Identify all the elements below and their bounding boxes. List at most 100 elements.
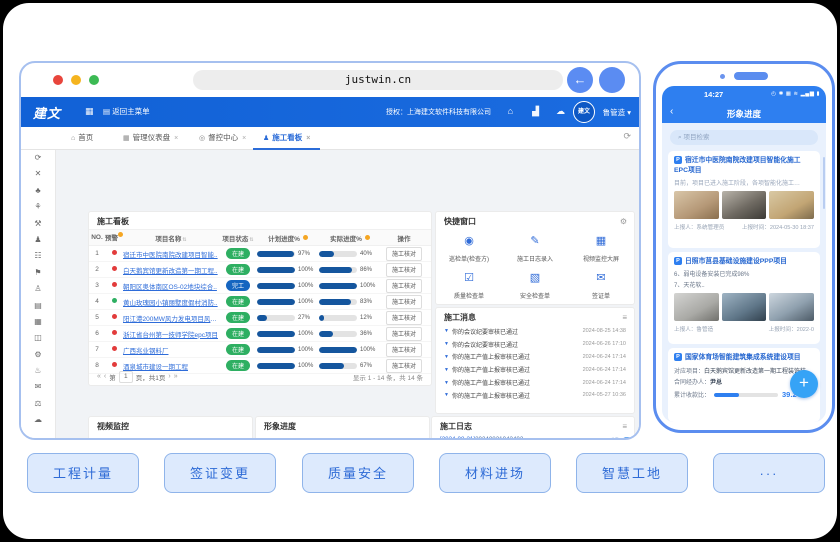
sidebar-icon[interactable]: ♙	[21, 281, 55, 297]
cloud-icon[interactable]: ☁	[556, 106, 565, 117]
video-thumbnail[interactable]: ▶	[89, 439, 151, 440]
site-photo[interactable]	[721, 191, 767, 220]
sidebar-icon[interactable]: ⚑	[21, 265, 55, 281]
feature-button-measurement[interactable]: 工程计量	[27, 453, 139, 493]
close-icon[interactable]: ×	[306, 135, 310, 142]
construction-check-button[interactable]: 施工核对	[385, 262, 422, 277]
back-to-menu-link[interactable]: ▤ 返回主菜单	[103, 106, 150, 117]
project-link[interactable]: 白天鹅宾馆更新改造第一期工程..	[123, 265, 219, 275]
progress-card[interactable]: P 日照市莒县基础设施建设PPP项目 6、弱电设备安装已完成98% 7、天花软..…	[668, 252, 820, 344]
feature-button-material-entry[interactable]: 材料进场	[439, 453, 551, 493]
quick-item-safety-check[interactable]: ▧ 安全检查单	[502, 268, 568, 304]
sidebar-icon[interactable]: ◫	[21, 330, 55, 346]
sidebar-icon[interactable]: ⚘	[21, 199, 55, 215]
prev-page-icon[interactable]: ‹	[104, 373, 106, 380]
profile-circle-button[interactable]	[599, 67, 625, 93]
url-bar[interactable]: justwin.cn	[193, 70, 563, 90]
first-page-icon[interactable]: «	[97, 373, 101, 380]
message-item[interactable]: ▼ 你的施工产值上报审核已通过 2024-05-27 10:36	[436, 389, 634, 402]
sidebar-icon[interactable]: ▤	[21, 298, 55, 314]
site-photo[interactable]	[674, 293, 719, 322]
list-icon[interactable]: ≡	[622, 422, 627, 431]
quick-window-panel: 快捷窗口 ⚙ ◉ 巡检单(检查方) ✎ 施工日志录入 ▦ 视频监控大屏 ☑ 质量检查单 …	[435, 211, 635, 305]
scrollbar[interactable]	[823, 157, 825, 209]
sidebar-icon[interactable]: ⚖	[21, 396, 55, 412]
sort-icon[interactable]: ⇅	[249, 237, 253, 243]
site-photo[interactable]	[769, 293, 815, 322]
status-badge: 在建	[225, 264, 250, 275]
sidebar-icon[interactable]: ☁	[21, 412, 55, 428]
message-item[interactable]: ▼ 你的会议纪要审核已通过 2024-08-25 14:38	[436, 325, 634, 338]
video-thumbnail[interactable]: ▶	[155, 439, 249, 440]
construction-check-button[interactable]: 施工核对	[385, 246, 422, 261]
construction-check-button[interactable]: 施工核对	[385, 294, 422, 309]
site-photo[interactable]	[769, 191, 815, 220]
sidebar-icon[interactable]: ☷	[21, 248, 55, 264]
project-link[interactable]: 黄山玫瑰园小镇丽墅度假村消防..	[123, 297, 219, 307]
grid-icon[interactable]: ▦	[85, 106, 94, 117]
plan-progress: 100%	[257, 330, 319, 337]
site-photo[interactable]	[674, 191, 719, 220]
progress-card[interactable]: P 宿迁市中医院南院改建项目智能化施工EPC项目 目前，项目已进入施工阶段，各项智…	[668, 151, 820, 248]
sidebar-icon[interactable]: ⚙	[21, 347, 55, 363]
feature-button-more[interactable]: ···	[713, 453, 825, 493]
sidebar-icon[interactable]: ✕	[21, 166, 55, 182]
quick-item-inspection[interactable]: ◉ 巡检单(检查方)	[436, 231, 502, 268]
log-entry[interactable]: [2024-08-21]20240821043403 上报人：赵建设 -	[432, 434, 634, 438]
construction-check-button[interactable]: 施工核对	[385, 326, 422, 341]
tab-supervision[interactable]: ◎ 督控中心 ×	[189, 127, 256, 148]
phone-mockup: 14:27 ◴ ✱ ▦ ≋ ▂▄▆ ▮ ‹ 形象进度 ⌕ 项目检索 P 宿迁市中医…	[653, 61, 835, 433]
construction-check-button[interactable]: 施工核对	[385, 342, 422, 357]
sidebar-icon[interactable]: ♟	[21, 232, 55, 248]
sidebar-icon[interactable]: ✉	[21, 379, 55, 395]
construction-check-button[interactable]: 施工核对	[385, 278, 422, 293]
add-button[interactable]: +	[790, 370, 818, 398]
panel-title: 快捷窗口	[444, 217, 476, 226]
quick-item-monitor-screen[interactable]: ▦ 视频监控大屏	[568, 231, 634, 268]
message-item[interactable]: ▼ 你的施工产值上报审核已通过 2024-06-24 17:14	[436, 363, 634, 376]
page-canvas: justwin.cn ← 建文 ▦ ▤ 返回主菜单 授权：上海建文软件科技有限公…	[3, 3, 837, 539]
tab-dashboard[interactable]: ▦ 管理仪表盘 ×	[113, 127, 188, 148]
sidebar-icon[interactable]: ⚒	[21, 216, 55, 232]
minimize-window-icon[interactable]	[71, 75, 81, 85]
tab-construction-board[interactable]: ♟ 施工看板 ×	[253, 127, 321, 150]
stats-icon[interactable]: ▟	[532, 106, 539, 117]
feature-button-quality-safety[interactable]: 质量安全	[302, 453, 414, 493]
search-input[interactable]: ⌕ 项目检索	[670, 130, 818, 145]
sidebar-icon[interactable]: ♨	[21, 363, 55, 379]
site-photo[interactable]	[721, 293, 767, 322]
list-icon[interactable]: ≡	[622, 313, 627, 322]
user-menu[interactable]: 鲁管造 ▾	[603, 107, 631, 118]
back-circle-button[interactable]: ←	[567, 67, 593, 93]
close-window-icon[interactable]	[53, 75, 63, 85]
quick-item-quality-check[interactable]: ☑ 质量检查单	[436, 268, 502, 304]
home-icon[interactable]: ⌂	[508, 106, 513, 116]
feature-button-visa-change[interactable]: 签证变更	[164, 453, 276, 493]
message-item[interactable]: ▼ 你的施工产值上报审核已通过 2024-06-24 17:14	[436, 376, 634, 389]
project-link[interactable]: 广西兆业钢料厂	[123, 345, 219, 355]
quick-item-visa[interactable]: ✉ 签证单	[568, 268, 634, 304]
maximize-window-icon[interactable]	[89, 75, 99, 85]
project-link[interactable]: 宿迁市中医院南院改建项目智能..	[123, 249, 219, 259]
feature-button-smart-site[interactable]: 智慧工地	[576, 453, 688, 493]
tab-home[interactable]: ⌂ 首页	[61, 127, 103, 148]
close-icon[interactable]: ×	[174, 135, 178, 142]
refresh-icon[interactable]: ⟳	[623, 131, 631, 142]
page-input[interactable]: 1	[118, 370, 133, 383]
sort-icon[interactable]: ⇅	[182, 237, 186, 243]
project-link[interactable]: 朝阳区奥体南区OS-02地块综合..	[123, 281, 219, 291]
project-link[interactable]: 阳江港200MW风力发电项目风机..	[123, 313, 219, 323]
project-link[interactable]: 浙江省台州第一技师学院epc项目	[123, 329, 219, 339]
close-icon[interactable]: ×	[242, 135, 246, 142]
phone-body: ⌕ 项目检索 P 宿迁市中医院南院改建项目智能化施工EPC项目 目前，项目已进入施…	[662, 123, 826, 422]
next-page-icon[interactable]: ›	[168, 373, 170, 380]
sidebar-icon[interactable]: ♣	[21, 183, 55, 199]
message-item[interactable]: ▼ 你的会议纪要审核已通过 2024-06-26 17:10	[436, 338, 634, 351]
construction-check-button[interactable]: 施工核对	[385, 310, 422, 325]
gear-icon[interactable]: ⚙	[620, 217, 627, 226]
message-item[interactable]: ▼ 你的施工产值上报审核已通过 2024-06-24 17:14	[436, 351, 634, 364]
last-page-icon[interactable]: »	[174, 373, 178, 380]
sidebar-icon[interactable]: ▦	[21, 314, 55, 330]
sidebar-icon[interactable]: ⟳	[21, 150, 55, 166]
quick-item-log-entry[interactable]: ✎ 施工日志录入	[502, 231, 568, 268]
